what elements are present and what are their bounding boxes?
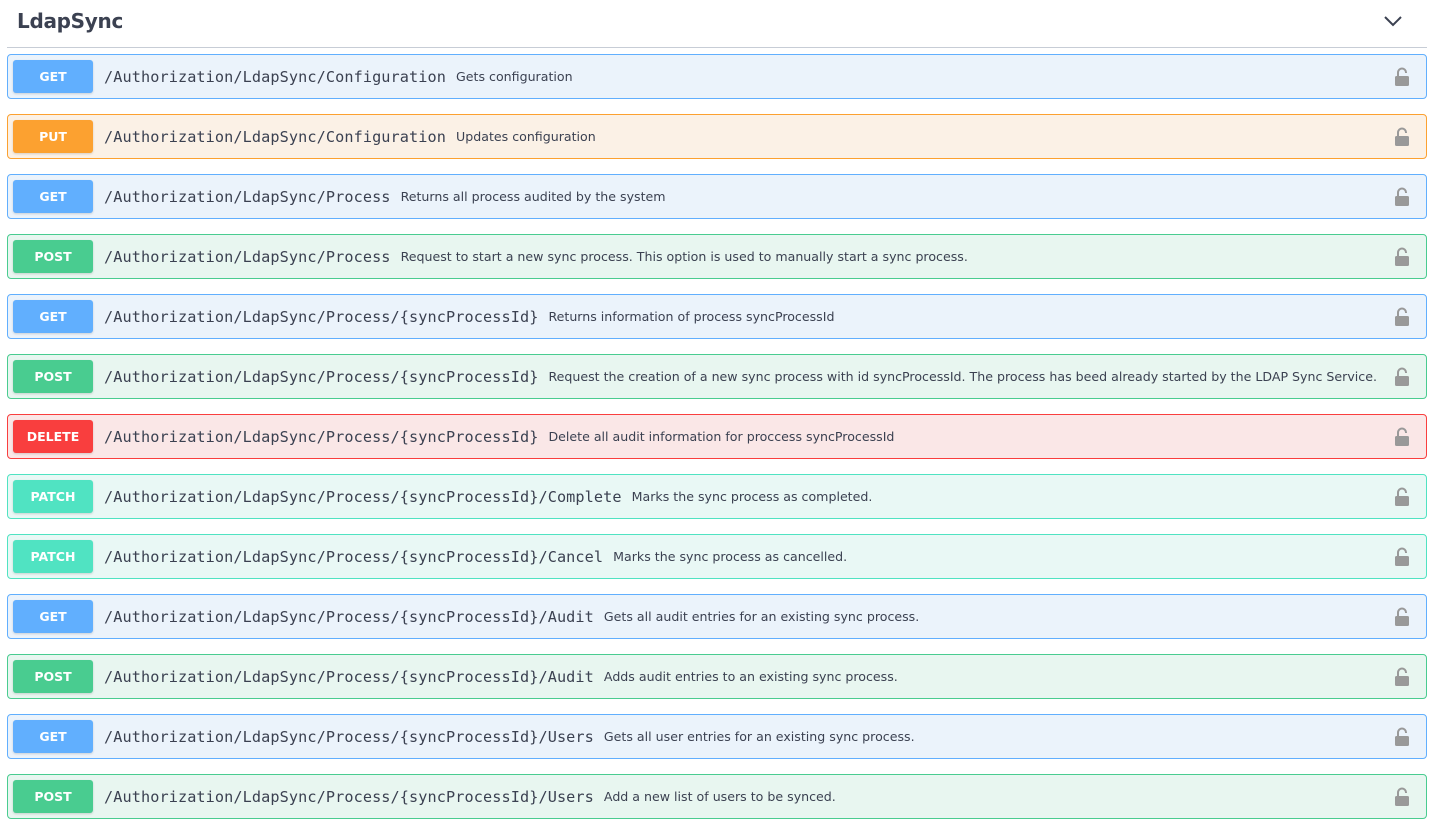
operation-summary: Delete all audit information for procces… (548, 429, 895, 444)
unlocked-padlock-icon[interactable] (1394, 187, 1410, 207)
operation-row-delete[interactable]: DELETE/Authorization/LdapSync/Process/{s… (7, 414, 1427, 459)
unlocked-padlock-icon[interactable] (1394, 427, 1410, 447)
unlocked-padlock-icon[interactable] (1394, 667, 1410, 687)
method-badge: DELETE (13, 420, 93, 453)
operation-path: /Authorization/LdapSync/Process/{syncPro… (104, 307, 539, 326)
method-badge: GET (13, 60, 93, 93)
operation-path: /Authorization/LdapSync/Process/{syncPro… (104, 667, 594, 686)
operation-row-patch[interactable]: PATCH/Authorization/LdapSync/Process/{sy… (7, 534, 1427, 579)
unlocked-padlock-icon[interactable] (1394, 127, 1410, 147)
operation-summary-line: /Authorization/LdapSync/Configuration Get… (104, 55, 573, 98)
operation-summary-line: /Authorization/LdapSync/Process/{syncPro… (104, 595, 919, 638)
chevron-down-icon[interactable] (1383, 14, 1403, 28)
operation-row-get[interactable]: GET/Authorization/LdapSync/Process/{sync… (7, 714, 1427, 759)
method-badge: PATCH (13, 540, 93, 573)
operation-row-get[interactable]: GET/Authorization/LdapSync/Process/{sync… (7, 294, 1427, 339)
unlocked-padlock-icon[interactable] (1394, 247, 1410, 267)
method-badge: PATCH (13, 480, 93, 513)
unlocked-padlock-icon[interactable] (1394, 307, 1410, 327)
operation-path: /Authorization/LdapSync/Process/{syncPro… (104, 727, 594, 746)
operation-row-put[interactable]: PUT/Authorization/LdapSync/Configuration… (7, 114, 1427, 159)
operation-summary-line: /Authorization/LdapSync/Process/{syncPro… (104, 775, 836, 818)
operation-path: /Authorization/LdapSync/Process/{syncPro… (104, 607, 594, 626)
operation-summary: Adds audit entries to an existing sync p… (603, 669, 898, 684)
swagger-page: LdapSync GET/Authorization/LdapSync/Conf… (0, 0, 1437, 831)
unlocked-padlock-icon[interactable] (1394, 67, 1410, 87)
operation-path: /Authorization/LdapSync/Process (104, 187, 391, 206)
operations-list: GET/Authorization/LdapSync/Configuration… (7, 54, 1427, 831)
tag-section-header[interactable]: LdapSync (7, 0, 1427, 48)
operation-summary: Marks the sync process as cancelled. (613, 549, 848, 564)
method-badge: GET (13, 300, 93, 333)
operation-summary-line: /Authorization/LdapSync/Process/{syncPro… (104, 415, 894, 458)
operation-summary-line: /Authorization/LdapSync/Configuration Upd… (104, 115, 596, 158)
method-badge: POST (13, 660, 93, 693)
operation-summary: Returns information of process syncProce… (548, 309, 835, 324)
operation-summary-line: /Authorization/LdapSync/Process Returns a… (104, 175, 666, 218)
unlocked-padlock-icon[interactable] (1394, 787, 1410, 807)
operation-row-get[interactable]: GET/Authorization/LdapSync/Process Return… (7, 174, 1427, 219)
unlocked-padlock-icon[interactable] (1394, 367, 1410, 387)
method-badge: GET (13, 720, 93, 753)
method-badge: PUT (13, 120, 93, 153)
method-badge: POST (13, 240, 93, 273)
operation-row-post[interactable]: POST/Authorization/LdapSync/Process/{syn… (7, 654, 1427, 699)
operation-summary: Returns all process audited by the syste… (400, 189, 666, 204)
operation-summary: Request to start a new sync process. Thi… (400, 249, 968, 264)
operation-path: /Authorization/LdapSync/Process/{syncPro… (104, 487, 622, 506)
operation-summary-line: /Authorization/LdapSync/Process Request t… (104, 235, 968, 278)
operation-summary: Add a new list of users to be synced. (603, 789, 836, 804)
operation-summary-line: /Authorization/LdapSync/Process/{syncPro… (104, 295, 834, 338)
operation-path: /Authorization/LdapSync/Process/{syncPro… (104, 547, 604, 566)
operation-summary-line: /Authorization/LdapSync/Process/{syncPro… (104, 535, 847, 578)
method-badge: POST (13, 360, 93, 393)
tag-title[interactable]: LdapSync (17, 9, 123, 33)
operation-summary-line: /Authorization/LdapSync/Process/{syncPro… (104, 355, 1377, 398)
operation-summary-line: /Authorization/LdapSync/Process/{syncPro… (104, 475, 872, 518)
operation-row-patch[interactable]: PATCH/Authorization/LdapSync/Process/{sy… (7, 474, 1427, 519)
operation-path: /Authorization/LdapSync/Configuration (104, 67, 447, 86)
method-badge: POST (13, 780, 93, 813)
operation-summary-line: /Authorization/LdapSync/Process/{syncPro… (104, 655, 898, 698)
operation-path: /Authorization/LdapSync/Process (104, 247, 391, 266)
operation-row-post[interactable]: POST/Authorization/LdapSync/Process Reque… (7, 234, 1427, 279)
operation-summary: Updates configuration (456, 129, 596, 144)
method-badge: GET (13, 180, 93, 213)
operation-summary: Gets all audit entries for an existing s… (603, 609, 920, 624)
operation-path: /Authorization/LdapSync/Process/{syncPro… (104, 367, 539, 386)
method-badge: GET (13, 600, 93, 633)
operation-row-get[interactable]: GET/Authorization/LdapSync/Configuration… (7, 54, 1427, 99)
unlocked-padlock-icon[interactable] (1394, 727, 1410, 747)
operation-summary: Gets configuration (456, 69, 573, 84)
operation-path: /Authorization/LdapSync/Process/{syncPro… (104, 427, 539, 446)
operation-row-get[interactable]: GET/Authorization/LdapSync/Process/{sync… (7, 594, 1427, 639)
operation-row-post[interactable]: POST/Authorization/LdapSync/Process/{syn… (7, 354, 1427, 399)
operation-path: /Authorization/LdapSync/Configuration (104, 127, 447, 146)
operation-path: /Authorization/LdapSync/Process/{syncPro… (104, 787, 594, 806)
unlocked-padlock-icon[interactable] (1394, 547, 1410, 567)
unlocked-padlock-icon[interactable] (1394, 487, 1410, 507)
operation-row-post[interactable]: POST/Authorization/LdapSync/Process/{syn… (7, 774, 1427, 819)
operation-summary: Marks the sync process as completed. (631, 489, 873, 504)
operation-summary-line: /Authorization/LdapSync/Process/{syncPro… (104, 715, 915, 758)
operation-summary: Gets all user entries for an existing sy… (603, 729, 915, 744)
operation-summary: Request the creation of a new sync proce… (548, 369, 1377, 384)
unlocked-padlock-icon[interactable] (1394, 607, 1410, 627)
